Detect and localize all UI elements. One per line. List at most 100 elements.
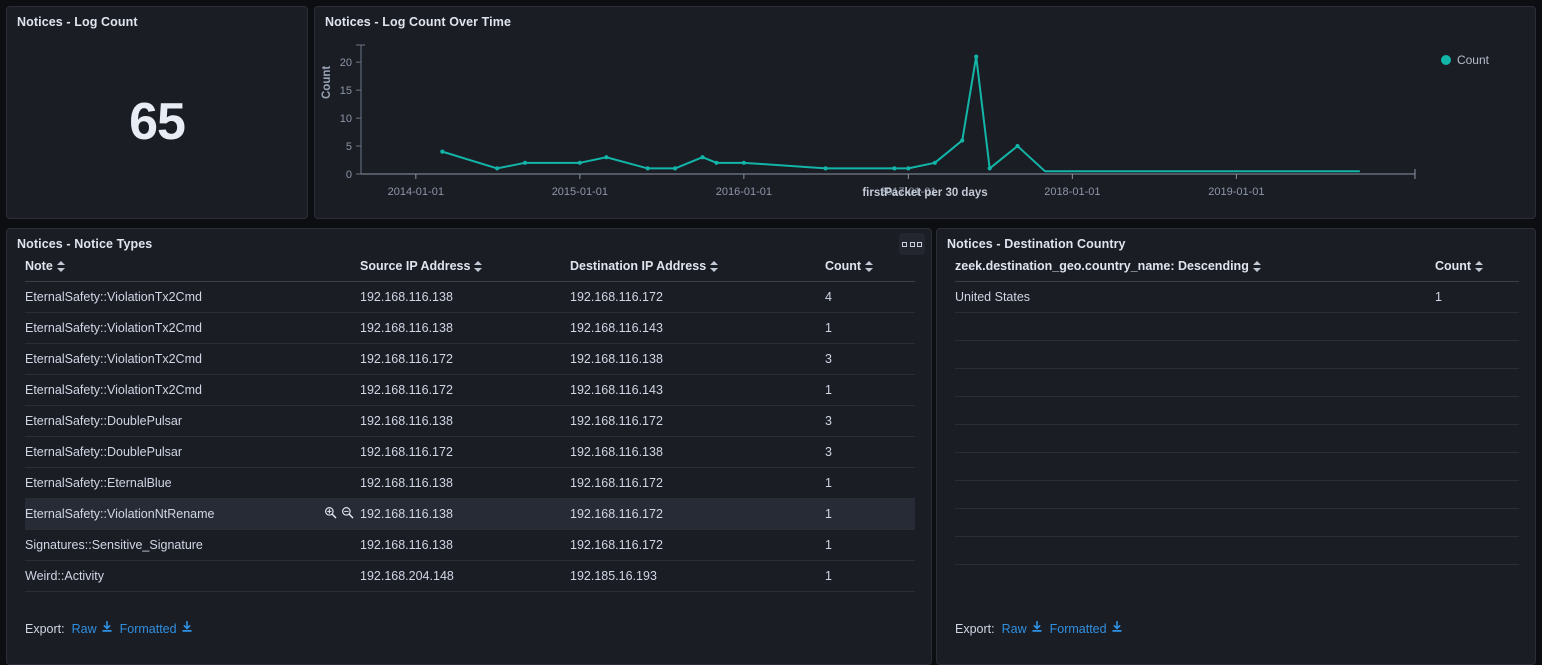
data-point[interactable]: [578, 161, 582, 165]
data-point[interactable]: [933, 161, 937, 165]
sort-icon-note[interactable]: [57, 261, 65, 272]
panel-options-square-3: [917, 242, 922, 247]
export-formatted-link[interactable]: Formatted: [120, 621, 193, 636]
table-header-row: Note Source IP Address Destination IP Ad…: [25, 251, 915, 282]
export-raw-link[interactable]: Raw: [72, 621, 113, 636]
cell-note-label: EternalSafety::DoublePulsar: [25, 445, 182, 459]
data-point[interactable]: [742, 161, 746, 165]
column-header-country-name[interactable]: zeek.destination_geo.country_name: Desce…: [955, 251, 1435, 282]
legend-color-swatch-count: [1441, 55, 1451, 65]
sort-icon-count[interactable]: [1475, 261, 1483, 272]
cell-destination-ip: 192.168.116.172: [570, 530, 825, 561]
panel-notices-log-count-over-time: Notices - Log Count Over Time Count 0510…: [314, 6, 1536, 219]
panel-options-icon[interactable]: [899, 233, 925, 255]
cell-note-label: EternalSafety::ViolationTx2Cmd: [25, 352, 202, 366]
data-point[interactable]: [1015, 144, 1019, 148]
chart-legend[interactable]: Count: [1441, 53, 1489, 67]
sort-icon-source-ip[interactable]: [474, 261, 482, 272]
cell-empty: [955, 509, 1435, 537]
cell-count: 1: [825, 499, 915, 530]
table-row[interactable]: EternalSafety::ViolationTx2Cmd192.168.11…: [25, 344, 915, 375]
export-raw-link[interactable]: Raw: [1002, 621, 1043, 636]
table-row[interactable]: Signatures::Sensitive_Signature192.168.1…: [25, 530, 915, 561]
export-formatted-label: Formatted: [1050, 622, 1107, 636]
sort-icon-country-name[interactable]: [1253, 261, 1261, 272]
data-point[interactable]: [440, 150, 444, 154]
table-row[interactable]: EternalSafety::EternalBlue192.168.116.13…: [25, 468, 915, 499]
data-point[interactable]: [960, 138, 964, 142]
zoom-in-icon[interactable]: [324, 506, 337, 522]
cell-empty: [955, 481, 1435, 509]
cell-note: EternalSafety::ViolationTx2Cmd: [25, 344, 360, 375]
column-header-destination-ip[interactable]: Destination IP Address: [570, 251, 825, 282]
table-row[interactable]: EternalSafety::DoublePulsar 192.168.116.1…: [25, 437, 915, 468]
table-row[interactable]: EternalSafety::ViolationTx2Cmd 192.168.11…: [25, 313, 915, 344]
cell-note: EternalSafety::ViolationTx2Cmd: [25, 282, 360, 313]
panel-options-square-1: [902, 242, 907, 247]
cell-note-label: EternalSafety::DoublePulsar: [25, 414, 182, 428]
data-point[interactable]: [604, 155, 608, 159]
line-chart[interactable]: Count 051015202014-01-012015-01-012016-0…: [315, 29, 1535, 216]
table-row-empty: [955, 313, 1519, 341]
cell-empty: [1435, 509, 1519, 537]
cell-count: 1: [825, 468, 915, 499]
cell-destination-ip: 192.168.116.172: [570, 468, 825, 499]
table-row[interactable]: Weird::Activity192.168.204.148192.185.16…: [25, 561, 915, 592]
data-point[interactable]: [714, 161, 718, 165]
table-row[interactable]: EternalSafety::ViolationTx2Cmd192.168.11…: [25, 282, 915, 313]
cell-destination-ip: 192.168.116.138: [570, 437, 825, 468]
column-header-note[interactable]: Note: [25, 251, 360, 282]
data-point[interactable]: [892, 166, 896, 170]
data-point[interactable]: [495, 166, 499, 170]
column-header-source-ip[interactable]: Source IP Address: [360, 251, 570, 282]
data-point[interactable]: [974, 54, 978, 58]
data-point[interactable]: [906, 166, 910, 170]
panel-title-log-count-over-time: Notices - Log Count Over Time: [315, 7, 1535, 29]
table-row-empty: [955, 341, 1519, 369]
zoom-out-icon[interactable]: [341, 506, 354, 522]
table-row[interactable]: EternalSafety::ViolationTx2Cmd192.168.11…: [25, 375, 915, 406]
data-point[interactable]: [523, 161, 527, 165]
cell-count: 1: [825, 313, 915, 344]
table-row-empty: [955, 425, 1519, 453]
panel-title-log-count: Notices - Log Count: [7, 7, 307, 29]
y-tick-label: 0: [346, 169, 352, 181]
notice-types-table-wrap: Note Source IP Address Destination IP Ad…: [7, 251, 931, 592]
data-point[interactable]: [646, 166, 650, 170]
table-row[interactable]: United States1: [955, 282, 1519, 313]
table-row-empty: [955, 481, 1519, 509]
cell-note: EternalSafety::ViolationTx2Cmd: [25, 313, 360, 344]
export-destination-country: Export: Raw Formatted: [955, 621, 1123, 636]
data-point[interactable]: [988, 166, 992, 170]
column-header-count[interactable]: Count: [825, 251, 915, 282]
series-line-count[interactable]: [442, 57, 1359, 172]
download-icon: [1031, 621, 1043, 636]
data-point[interactable]: [673, 166, 677, 170]
data-point[interactable]: [700, 155, 704, 159]
cell-note: EternalSafety::EternalBlue: [25, 468, 360, 499]
data-point[interactable]: [824, 166, 828, 170]
x-axis-label: firstPacket per 30 days: [315, 187, 1535, 199]
column-header-count[interactable]: Count: [1435, 251, 1519, 282]
table-row[interactable]: EternalSafety::DoublePulsar 192.168.116.1…: [25, 406, 915, 437]
y-tick-label: 15: [340, 85, 352, 97]
cell-source-ip: 192.168.204.148: [360, 561, 570, 592]
column-header-source-ip-label: Source IP Address: [360, 259, 470, 273]
panel-notices-destination-country: Notices - Destination Country zeek.desti…: [936, 228, 1536, 665]
cell-note-label: Weird::Activity: [25, 569, 104, 583]
dashboard-root: Notices - Log Count 65 Notices - Log Cou…: [0, 0, 1542, 665]
cell-destination-ip: 192.168.116.172: [570, 406, 825, 437]
export-raw-label: Raw: [72, 622, 97, 636]
sort-icon-destination-ip[interactable]: [710, 261, 718, 272]
cell-destination-ip: 192.168.116.143: [570, 313, 825, 344]
export-formatted-link[interactable]: Formatted: [1050, 621, 1123, 636]
cell-count: 1: [825, 530, 915, 561]
export-label: Export:: [955, 622, 995, 636]
y-tick-label: 5: [346, 141, 352, 153]
table-row[interactable]: EternalSafety::ViolationNtRename192.168.…: [25, 499, 915, 530]
metric-container: 65: [7, 29, 307, 214]
cell-empty: [1435, 425, 1519, 453]
cell-country-name: United States: [955, 282, 1435, 313]
sort-icon-count[interactable]: [865, 261, 873, 272]
cell-note: EternalSafety::ViolationTx2Cmd: [25, 375, 360, 406]
